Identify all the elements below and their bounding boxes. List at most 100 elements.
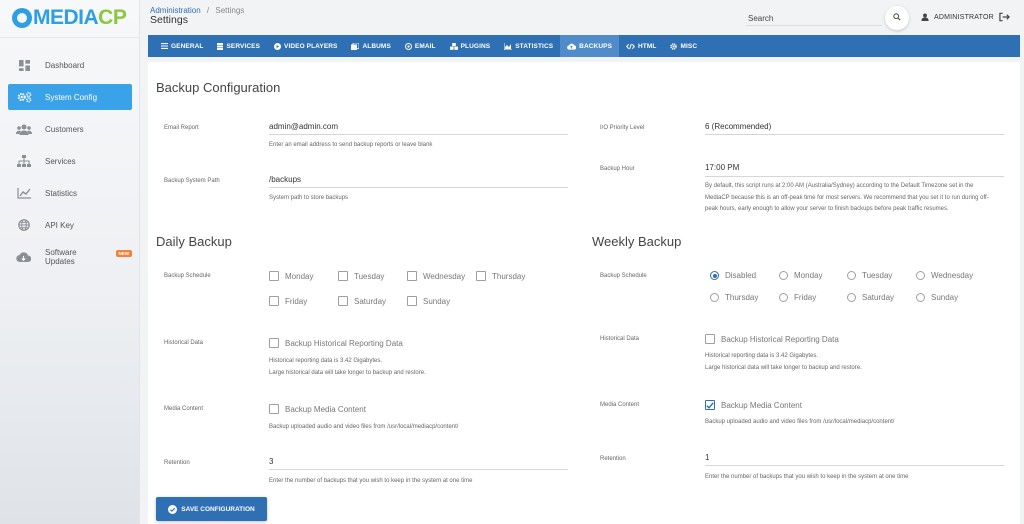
backup-hour-help-line: MediaCP because this is an off-peak time… [705,194,989,201]
tab-albums[interactable]: ALBUMS [344,35,397,57]
sidebar-item-label: Services [45,156,76,166]
server-icon [217,42,224,50]
sidebar-divider [0,37,139,38]
checkmark-icon [706,401,714,409]
radio-label: Disabled [725,271,757,280]
daily-saturday-checkbox[interactable]: Saturday [338,296,386,306]
sidebar-item-api-key[interactable]: API Key [8,212,132,238]
user-menu[interactable]: ADMINISTRATOR [921,13,994,21]
daily-friday-checkbox[interactable]: Friday [269,296,307,306]
user-name: ADMINISTRATOR [934,13,994,21]
radio-dot [779,293,788,302]
daily-media-content-label: Media Content [164,406,204,412]
search-input[interactable]: Search [748,14,773,23]
breadcrumb-separator: / [206,6,210,15]
weekly-friday-radio[interactable]: Friday [779,293,816,302]
daily-sunday-checkbox[interactable]: Sunday [407,296,450,306]
sidebar-item-statistics[interactable]: Statistics [8,180,132,206]
tab-video-players[interactable]: VIDEO PLAYERS [267,35,344,57]
area-chart-icon [504,42,513,50]
daily-historical-data-checkbox[interactable]: Backup Historical Reporting Data [269,338,403,348]
backup-path-input[interactable]: /backups [269,175,301,184]
logo-mark-icon [12,8,32,28]
daily-thursday-checkbox[interactable]: Thursday [476,271,525,281]
search-underline [746,25,882,26]
sidebar-item-system-config[interactable]: System Config [8,84,132,110]
sidebar-item-label: Customers [45,124,84,134]
save-configuration-label: SAVE CONFIGURATION [181,505,255,513]
checkbox-box [407,296,417,306]
checkbox-label: Tuesday [354,271,385,281]
backup-hour-underline [705,176,1004,177]
radio-label: Saturday [862,293,895,302]
email-report-help: Enter an email address to send backup re… [269,142,433,148]
breadcrumb-current: Settings [215,6,245,15]
user-icon [921,13,929,21]
sidebar-item-software-updates[interactable]: Software Updates NEW [8,244,132,270]
checkbox-box [705,334,715,344]
sidebar-item-customers[interactable]: Customers [8,116,132,142]
page-title: Settings [150,14,188,26]
sidebar-item-services[interactable]: Services [8,148,132,174]
email-report-input[interactable]: admin@admin.com [269,122,338,131]
tab-email[interactable]: EMAIL [398,35,443,57]
weekly-thursday-radio[interactable]: Thursday [710,293,758,302]
tab-services[interactable]: SERVICES [210,35,267,57]
weekly-retention-underline [705,465,1004,466]
daily-tuesday-checkbox[interactable]: Tuesday [338,271,384,281]
tab-general[interactable]: GENERAL [154,35,210,57]
checkbox-label: Backup Historical Reporting Data [285,338,403,348]
gears-icon [16,91,32,103]
weekly-monday-radio[interactable]: Monday [779,271,822,280]
play-circle-icon [274,42,282,50]
tab-html[interactable]: HTML [619,35,663,57]
logout-button[interactable] [999,12,1010,24]
weekly-media-content-checkbox[interactable]: Backup Media Content [705,400,802,410]
daily-monday-checkbox[interactable]: Monday [269,271,313,281]
daily-retention-label: Retention [164,460,190,466]
tab-misc[interactable]: MISC [663,35,704,57]
backup-path-underline [269,187,568,188]
weekly-saturday-radio[interactable]: Saturday [847,293,894,302]
weekly-sunday-radio[interactable]: Sunday [916,293,958,302]
daily-historical-data-label: Historical Data [164,340,204,346]
sitemap-icon [16,155,32,167]
weekly-historical-data-checkbox[interactable]: Backup Historical Reporting Data [705,334,839,344]
weekly-tuesday-radio[interactable]: Tuesday [847,271,892,280]
radio-label: Tuesday [862,271,893,280]
io-priority-underline [705,134,1004,135]
tab-label: HTML [638,42,657,50]
weekly-media-content-help: Backup uploaded audio and video files fr… [705,419,895,425]
backup-hour-input[interactable]: 17:00 PM [705,163,739,172]
checkbox-box [269,404,279,414]
daily-media-content-checkbox[interactable]: Backup Media Content [269,404,366,414]
gear-icon [670,42,678,50]
cubes-icon [449,42,458,50]
weekly-wednesday-radio[interactable]: Wednesday [916,271,973,280]
sidebar-item-dashboard[interactable]: Dashboard [8,52,132,78]
tab-label: BACKUPS [579,42,613,50]
tab-plugins[interactable]: PLUGINS [443,35,498,57]
sidebar-item-label: Software Updates [44,248,77,266]
weekly-historical-data-label: Historical Data [600,336,640,342]
daily-wednesday-checkbox[interactable]: Wednesday [407,271,465,281]
search-button[interactable] [885,6,909,30]
sidebar-item-label: API Key [45,220,74,230]
cloud-upload-icon [567,43,577,50]
daily-retention-help: Enter the number of backups that you wis… [269,478,473,484]
daily-backup-schedule-label: Backup Schedule [164,273,211,279]
daily-historical-data-help: Historical reporting data is 3.42 Gigaby… [269,356,426,379]
tab-backups[interactable]: BACKUPS [560,35,620,57]
save-configuration-button[interactable]: SAVE CONFIGURATION [156,497,267,521]
radio-dot [710,293,719,302]
checkbox-box [338,271,348,281]
io-priority-select[interactable]: 6 (Recommended) [705,122,771,131]
weekly-disabled-radio[interactable]: Disabled [710,271,756,280]
mediacp-logo[interactable]: MEDIA CP [12,6,127,30]
daily-retention-input[interactable]: 3 [269,457,273,466]
weekly-retention-input[interactable]: 1 [705,453,709,462]
tab-statistics[interactable]: STATISTICS [497,35,560,57]
at-icon [404,42,412,50]
checkbox-box [476,271,486,281]
code-icon [626,43,635,50]
